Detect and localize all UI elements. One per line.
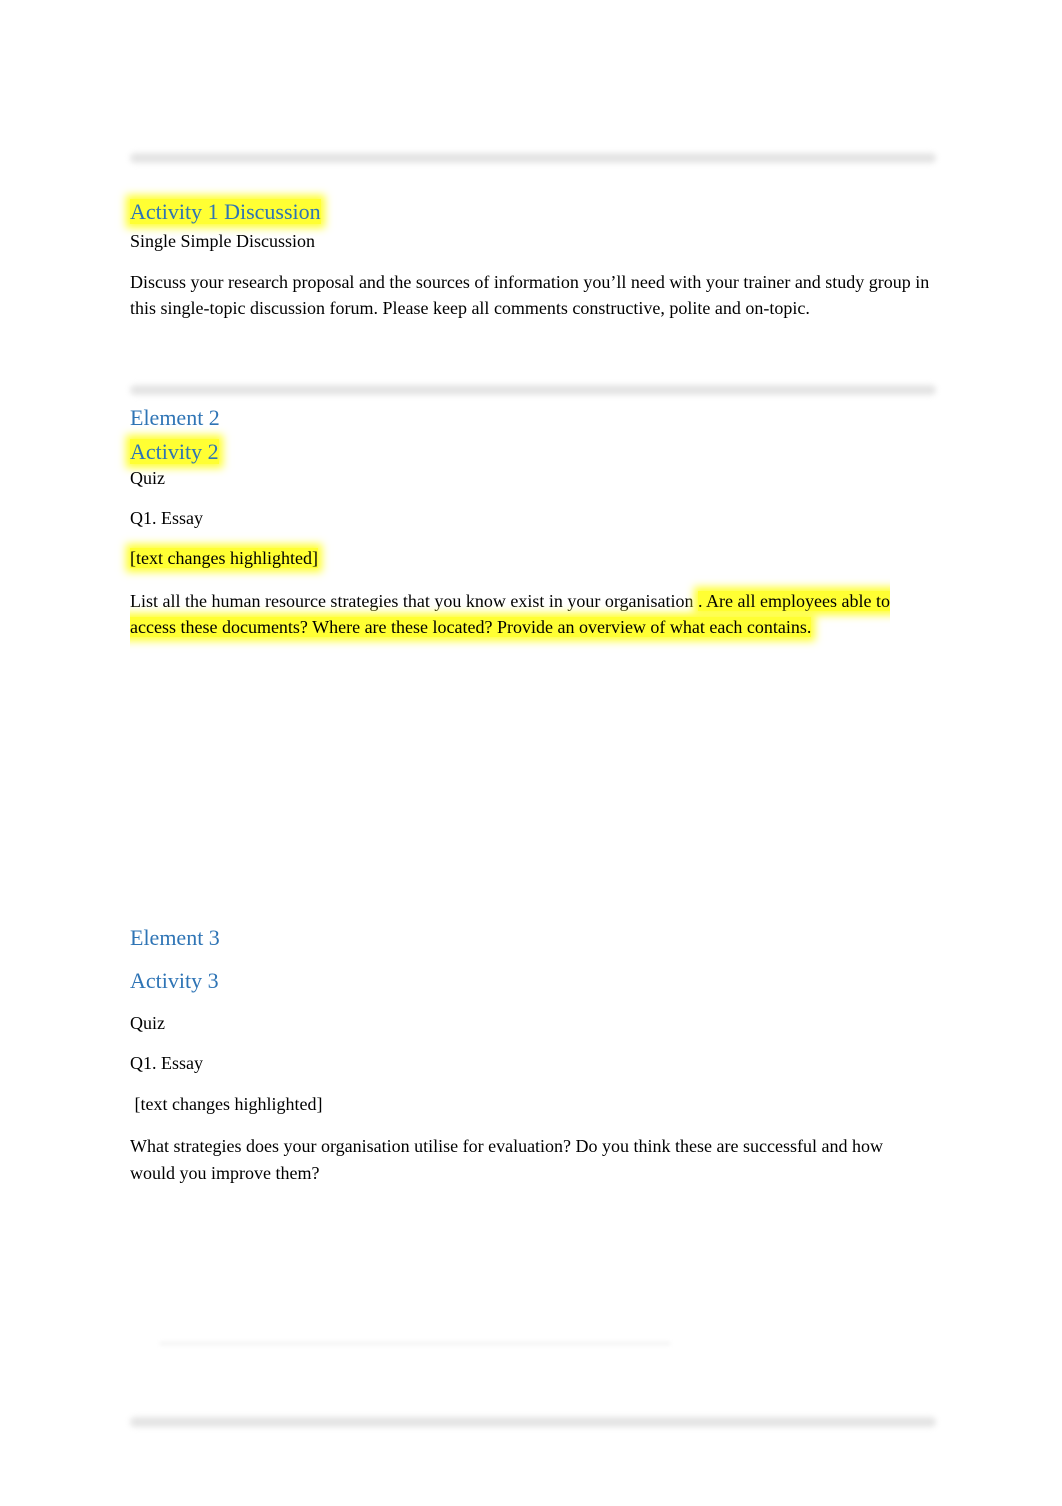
element-3-heading: Element 3	[130, 925, 220, 950]
activity-2-heading: Activity 2	[130, 439, 219, 465]
activity-1-heading: Activity 1 Discussion	[130, 199, 321, 225]
activity-2-question: List all the human resource strategies t…	[130, 588, 930, 640]
activity-3-type: Quiz	[130, 1013, 165, 1033]
activity-1-subtitle: Single Simple Discussion	[130, 231, 316, 251]
activity-3-heading: Activity 3	[130, 968, 219, 993]
activity-3-question-label: Q1. Essay	[130, 1053, 203, 1073]
divider-top	[130, 153, 936, 163]
document-page: Activity 1 Discussion Single Simple Disc…	[0, 0, 1062, 1506]
activity-3-question: What strategies does your organisation u…	[130, 1136, 883, 1183]
activity-1-title: Activity 1 Discussion	[130, 199, 321, 224]
activity-2-title: Activity 2	[130, 439, 219, 464]
activity-1-body: Discuss your research proposal and the s…	[130, 272, 930, 318]
activity-2-type: Quiz	[130, 468, 165, 488]
divider-middle	[130, 385, 936, 395]
activity-3-note: [text changes highlighted]	[130, 1094, 323, 1114]
activity-2-note-text: [text changes highlighted]	[130, 548, 318, 568]
faint-rule	[160, 1342, 670, 1345]
activity-2-note: [text changes highlighted]	[130, 548, 318, 569]
activity-2-question-label: Q1. Essay	[130, 508, 203, 528]
element-2-heading: Element 2	[130, 405, 220, 430]
activity-2-question-plain: List all the human resource strategies t…	[130, 591, 699, 611]
divider-bottom	[130, 1417, 936, 1427]
